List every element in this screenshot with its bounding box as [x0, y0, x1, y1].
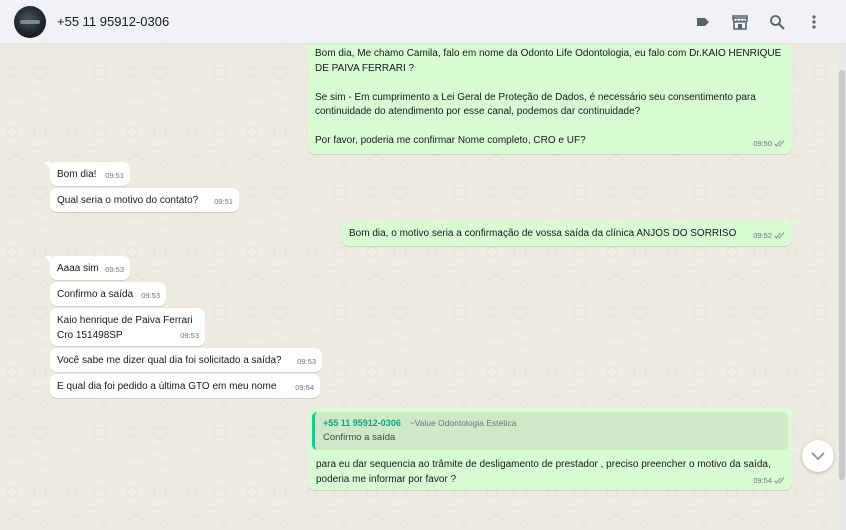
whatsapp-chat-window: +55 11 95912-0306 Bom dia, Me chamo Cami… [0, 0, 846, 530]
label-icon[interactable] [693, 12, 713, 32]
message-bubble-outgoing[interactable]: Bom dia, Me chamo Camila, falo em nome d… [308, 44, 792, 154]
message-meta: 09:53 [141, 289, 160, 304]
quoted-text: Confirmo a saída [323, 432, 396, 443]
message-bubble-incoming[interactable]: Aaaa sim 09:53 [44, 256, 130, 280]
message-meta: 09:54 [295, 381, 314, 396]
message-bubble-incoming[interactable]: Bom dia! 09:51 [44, 162, 130, 186]
message-text: Bom dia, o motivo seria a confirmação de… [349, 228, 737, 239]
quoted-sender: +55 11 95912-0306 [323, 418, 401, 428]
message-meta: 09:53 [105, 263, 124, 278]
message-text: para eu dar sequencia ao trâmite de desl… [316, 459, 774, 485]
message-bubble-incoming[interactable]: Kaio henrique de Paiva Ferrari Cro 15149… [50, 308, 205, 346]
message-text: E qual dia foi pedido a última GTO em me… [57, 381, 277, 392]
message-text: Você sabe me dizer qual dia foi solicita… [57, 355, 282, 366]
message-bubble-outgoing[interactable]: Bom dia, o motivo seria a confirmação de… [342, 221, 798, 246]
bubble-tail [791, 408, 798, 416]
message-time: 09:53 [141, 290, 160, 300]
catalog-store-icon[interactable] [730, 12, 750, 32]
message-bubble-outgoing-reply[interactable]: +55 11 95912-0306 ~Value Odontologia Est… [308, 408, 798, 490]
read-ticks-icon [774, 140, 785, 147]
message-time: 09:53 [180, 330, 199, 340]
message-bubble-incoming[interactable]: E qual dia foi pedido a última GTO em me… [50, 374, 320, 398]
bubble-tail [44, 256, 51, 264]
scroll-to-bottom-button[interactable] [802, 440, 834, 472]
message-meta: 09:50 [753, 137, 786, 152]
message-time: 09:51 [214, 196, 233, 206]
message-meta: 09:51 [105, 169, 124, 184]
chat-scrollbar-thumb[interactable] [839, 70, 845, 480]
message-time: 09:54 [753, 475, 772, 485]
quoted-push-name: ~Value Odontologia Estética [409, 418, 517, 428]
message-bubble-incoming[interactable]: Qual seria o motivo do contato? 09:51 [50, 188, 239, 212]
quoted-message[interactable]: +55 11 95912-0306 ~Value Odontologia Est… [312, 412, 788, 450]
message-time: 09:50 [753, 138, 772, 148]
message-meta: 09:53 [297, 355, 316, 370]
chevron-down-icon [811, 452, 825, 460]
search-icon[interactable] [767, 12, 787, 32]
message-bubble-incoming[interactable]: Confirmo a saída 09:53 [50, 282, 166, 306]
message-meta: 09:51 [214, 195, 233, 210]
message-text: Kaio henrique de Paiva Ferrari Cro 15149… [57, 315, 193, 341]
message-time: 09:53 [105, 264, 124, 274]
menu-kebab-icon[interactable] [804, 12, 824, 32]
avatar[interactable] [14, 6, 46, 38]
chat-header: +55 11 95912-0306 [0, 0, 846, 44]
message-time: 09:54 [295, 382, 314, 392]
read-ticks-icon [774, 477, 785, 484]
message-text: Bom dia, Me chamo Camila, falo em nome d… [315, 48, 782, 146]
bubble-tail [44, 162, 51, 170]
message-text: Qual seria o motivo do contato? [57, 195, 199, 206]
message-meta: 09:52 [753, 229, 786, 244]
bubble-tail [791, 221, 798, 229]
message-time: 09:52 [753, 230, 772, 240]
contact-name[interactable]: +55 11 95912-0306 [57, 14, 169, 29]
message-meta: 09:53 [180, 329, 199, 344]
read-ticks-icon [774, 232, 785, 239]
avatar-logo [20, 20, 40, 24]
message-time: 09:53 [297, 356, 316, 366]
message-time: 09:51 [105, 170, 124, 180]
message-bubble-incoming[interactable]: Você sabe me dizer qual dia foi solicita… [50, 348, 322, 372]
message-meta: 09:54 [753, 474, 786, 489]
